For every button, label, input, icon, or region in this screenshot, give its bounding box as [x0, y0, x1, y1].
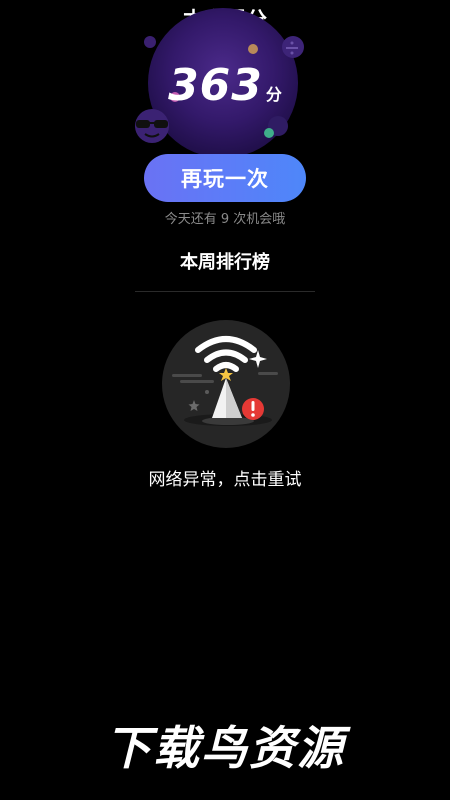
remaining-chances-text: 今天还有 9 次机会哦 [164, 212, 286, 227]
orb-bubble [248, 44, 258, 54]
orb-bubble [264, 128, 274, 138]
network-error-illustration[interactable] [162, 320, 290, 448]
sunglasses-icon [135, 109, 169, 143]
network-error-retry-text[interactable]: 网络异常，点击重试 [0, 465, 450, 490]
score-value: 363 [168, 60, 263, 111]
watermark: 下载鸟资源 [105, 721, 345, 775]
replay-button[interactable]: 再玩一次 [144, 154, 306, 202]
score-display: 363 分 [0, 60, 450, 111]
divide-symbol-icon [286, 41, 298, 55]
orb-bubble [144, 36, 156, 48]
alert-icon [242, 398, 264, 420]
weekly-leaderboard-title: 本周排行榜 [180, 252, 270, 273]
game-result-screen: 本次得分 363分 再玩一次 今天还有 9 次机会哦 本周排行榜 [0, 0, 450, 800]
divider [135, 291, 315, 292]
score-unit: 分 [265, 85, 282, 104]
